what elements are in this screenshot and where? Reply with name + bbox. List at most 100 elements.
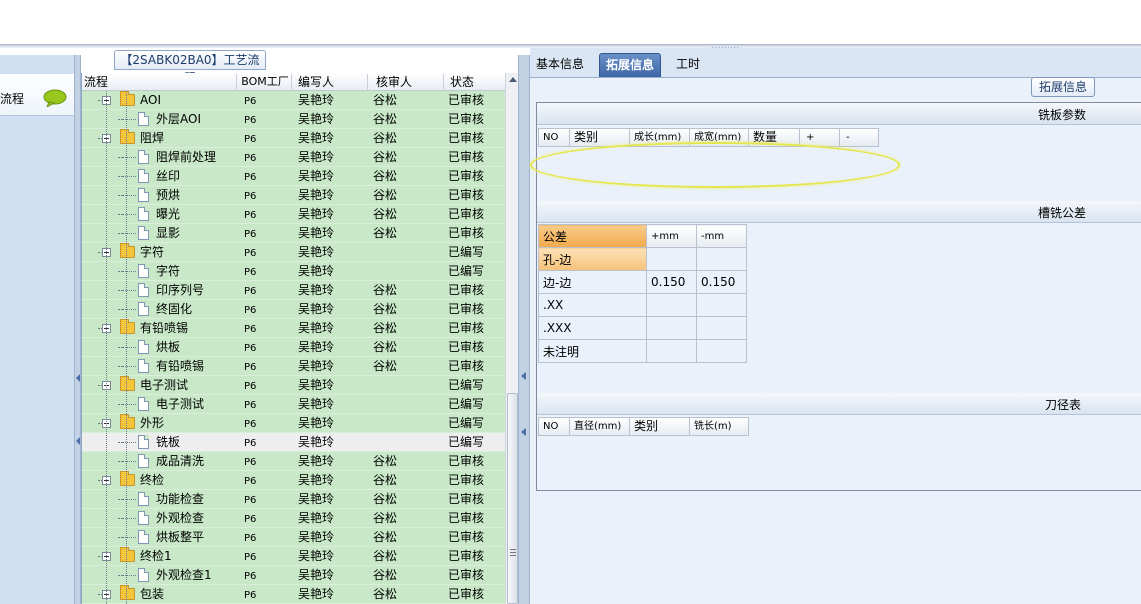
col-tool-no[interactable]: NO (539, 418, 570, 435)
tolerance-row-label: 边-边 (538, 270, 647, 294)
tolerance-header-plus: +mm (646, 224, 697, 248)
author-cell: 吴艳玲 (298, 530, 335, 544)
document-icon (138, 112, 149, 126)
tree-row[interactable]: 成品清洗 P6 吴艳玲 谷松 已审核 (82, 452, 505, 471)
tree-row[interactable]: 外层AOI P6 吴艳玲 谷松 已审核 (82, 110, 505, 129)
reviewer-cell: 谷松 (373, 302, 398, 316)
tree-row[interactable]: 烘板整平 P6 吴艳玲 谷松 已审核 (82, 528, 505, 547)
author-cell: 吴艳玲 (298, 454, 335, 468)
tree-row[interactable]: 终检 P6 吴艳玲 谷松 已审核 (82, 471, 505, 490)
tolerance-minus-input[interactable] (696, 316, 747, 340)
author-cell: 吴艳玲 (298, 549, 335, 563)
tree-row[interactable]: 电子测试 P6 吴艳玲 已编写 (82, 395, 505, 414)
bom-cell: P6 (244, 343, 257, 354)
tab-extended-info[interactable]: 拓展信息 (599, 53, 662, 77)
tree-row[interactable]: 终检1 P6 吴艳玲 谷松 已审核 (82, 547, 505, 566)
tree-row[interactable]: 印序列号 P6 吴艳玲 谷松 已审核 (82, 281, 505, 300)
tree-row[interactable]: 字符 P6 吴艳玲 已编写 (82, 262, 505, 281)
author-cell: 吴艳玲 (298, 340, 335, 354)
column-header-status[interactable]: 状态 (444, 74, 505, 90)
reviewer-cell: 谷松 (373, 587, 398, 601)
tree-node-label: 电子测试 (156, 397, 205, 411)
column-header-reviewer[interactable]: 核审人 (368, 74, 444, 90)
panel-title: 【2SABK02BA0】工艺流程 (114, 50, 266, 85)
scroll-up-icon[interactable] (509, 77, 517, 82)
tree-node-label: 电子测试 (140, 378, 189, 392)
tree-row[interactable]: 预烘 P6 吴艳玲 谷松 已审核 (82, 186, 505, 205)
tree-row[interactable]: 显影 P6 吴艳玲 谷松 已审核 (82, 224, 505, 243)
collapse-left-icon[interactable] (76, 374, 80, 382)
col-no[interactable]: NO (539, 129, 570, 146)
col-mill-length[interactable]: 铣长(m) (690, 418, 750, 435)
reviewer-cell: 谷松 (373, 492, 398, 506)
tree-row[interactable]: 烘板 P6 吴艳玲 谷松 已审核 (82, 338, 505, 357)
tolerance-minus-input[interactable]: 0.150 (696, 270, 747, 294)
scroll-thumb[interactable] (507, 393, 518, 604)
tolerance-header-label: 公差 (538, 224, 647, 248)
bom-cell: P6 (244, 96, 257, 107)
tab-basic-info[interactable]: 基本信息 (530, 53, 590, 77)
tree-row[interactable]: 阻焊 P6 吴艳玲 谷松 已审核 (82, 129, 505, 148)
tree-row[interactable]: 包装 P6 吴艳玲 谷松 已审核 (82, 585, 505, 604)
column-header-flow[interactable]: 流程 (82, 74, 237, 90)
tolerance-plus-input[interactable] (646, 247, 697, 271)
tree-row[interactable]: 有铅喷锡 P6 吴艳玲 谷松 已审核 (82, 319, 505, 338)
author-cell: 吴艳玲 (298, 587, 335, 601)
tree-row[interactable]: 字符 P6 吴艳玲 已编写 (82, 243, 505, 262)
tab-work-hours[interactable]: 工时 (670, 53, 706, 77)
author-cell: 吴艳玲 (298, 359, 335, 373)
folder-icon (120, 129, 135, 144)
reviewer-cell: 谷松 (373, 93, 398, 107)
tree-guide-line (126, 91, 127, 604)
tree-row[interactable]: 终固化 P6 吴艳玲 谷松 已审核 (82, 300, 505, 319)
col-diameter[interactable]: 直径(mm) (570, 418, 630, 435)
tool-table-columns: NO 直径(mm) 类别 铣长(m) (538, 417, 749, 436)
collapse-left-icon-2[interactable] (76, 437, 80, 445)
tree-row[interactable]: 外观检查 P6 吴艳玲 谷松 已审核 (82, 509, 505, 528)
tree-node-label: 字符 (156, 264, 181, 278)
col-category[interactable]: 类别 (570, 129, 630, 146)
status-cell: 已编写 (448, 245, 485, 259)
tolerance-minus-input[interactable] (696, 247, 747, 271)
author-cell: 吴艳玲 (298, 435, 335, 449)
tolerance-minus-input[interactable] (696, 293, 747, 317)
tree-node-label: 外形 (140, 416, 165, 430)
tree-row[interactable]: 外形 P6 吴艳玲 已编写 (82, 414, 505, 433)
collapse-mid-icon-2[interactable] (521, 428, 526, 436)
tree-node-label: 外观检查1 (156, 568, 212, 582)
tree-row[interactable]: 曝光 P6 吴艳玲 谷松 已审核 (82, 205, 505, 224)
tolerance-row-label: 孔-边 (538, 247, 647, 271)
tolerance-plus-input[interactable] (646, 316, 697, 340)
status-cell: 已审核 (448, 359, 485, 373)
tree-row[interactable]: 功能检查 P6 吴艳玲 谷松 已审核 (82, 490, 505, 509)
collapse-mid-icon[interactable] (521, 372, 526, 380)
status-cell: 已审核 (448, 473, 485, 487)
col-tool-category[interactable]: 类别 (630, 418, 690, 435)
remove-row-button[interactable]: - (840, 129, 880, 146)
middle-splitter[interactable] (518, 55, 530, 604)
tree-row[interactable]: 阻焊前处理 P6 吴艳玲 谷松 已审核 (82, 148, 505, 167)
add-row-button[interactable]: + (800, 129, 840, 146)
status-cell: 已审核 (448, 340, 485, 354)
bom-cell: P6 (244, 571, 257, 582)
author-cell: 吴艳玲 (298, 112, 335, 126)
tree-row[interactable]: AOI P6 吴艳玲 谷松 已审核 (82, 91, 505, 110)
tolerance-plus-input[interactable] (646, 339, 697, 363)
tree-row[interactable]: 电子测试 P6 吴艳玲 已编写 (82, 376, 505, 395)
bom-cell: P6 (244, 400, 257, 411)
column-header-bom[interactable]: BOM工厂 (237, 74, 292, 90)
tree-node-label: 阻焊 (140, 131, 165, 145)
tree-body: AOI P6 吴艳玲 谷松 已审核 外层AOI P6 吴艳玲 谷松 已审核 阻焊 P6 吴艳玲 谷松 已审核… (82, 91, 505, 604)
speech-bubble-icon (43, 89, 67, 107)
tolerance-minus-input[interactable] (696, 339, 747, 363)
tree-row[interactable]: 丝印 P6 吴艳玲 谷松 已审核 (82, 167, 505, 186)
tolerance-plus-input[interactable]: 0.150 (646, 270, 697, 294)
tree-row[interactable]: 铣板 P6 吴艳玲 已编写 (82, 433, 505, 452)
tree-scrollbar[interactable] (505, 73, 519, 604)
tree-row[interactable]: 外观检查1 P6 吴艳玲 谷松 已审核 (82, 566, 505, 585)
column-header-author[interactable]: 编写人 (292, 74, 368, 90)
bom-cell: P6 (244, 552, 257, 563)
tree-row[interactable]: 有铅喷锡 P6 吴艳玲 谷松 已审核 (82, 357, 505, 376)
author-cell: 吴艳玲 (298, 150, 335, 164)
tolerance-plus-input[interactable] (646, 293, 697, 317)
